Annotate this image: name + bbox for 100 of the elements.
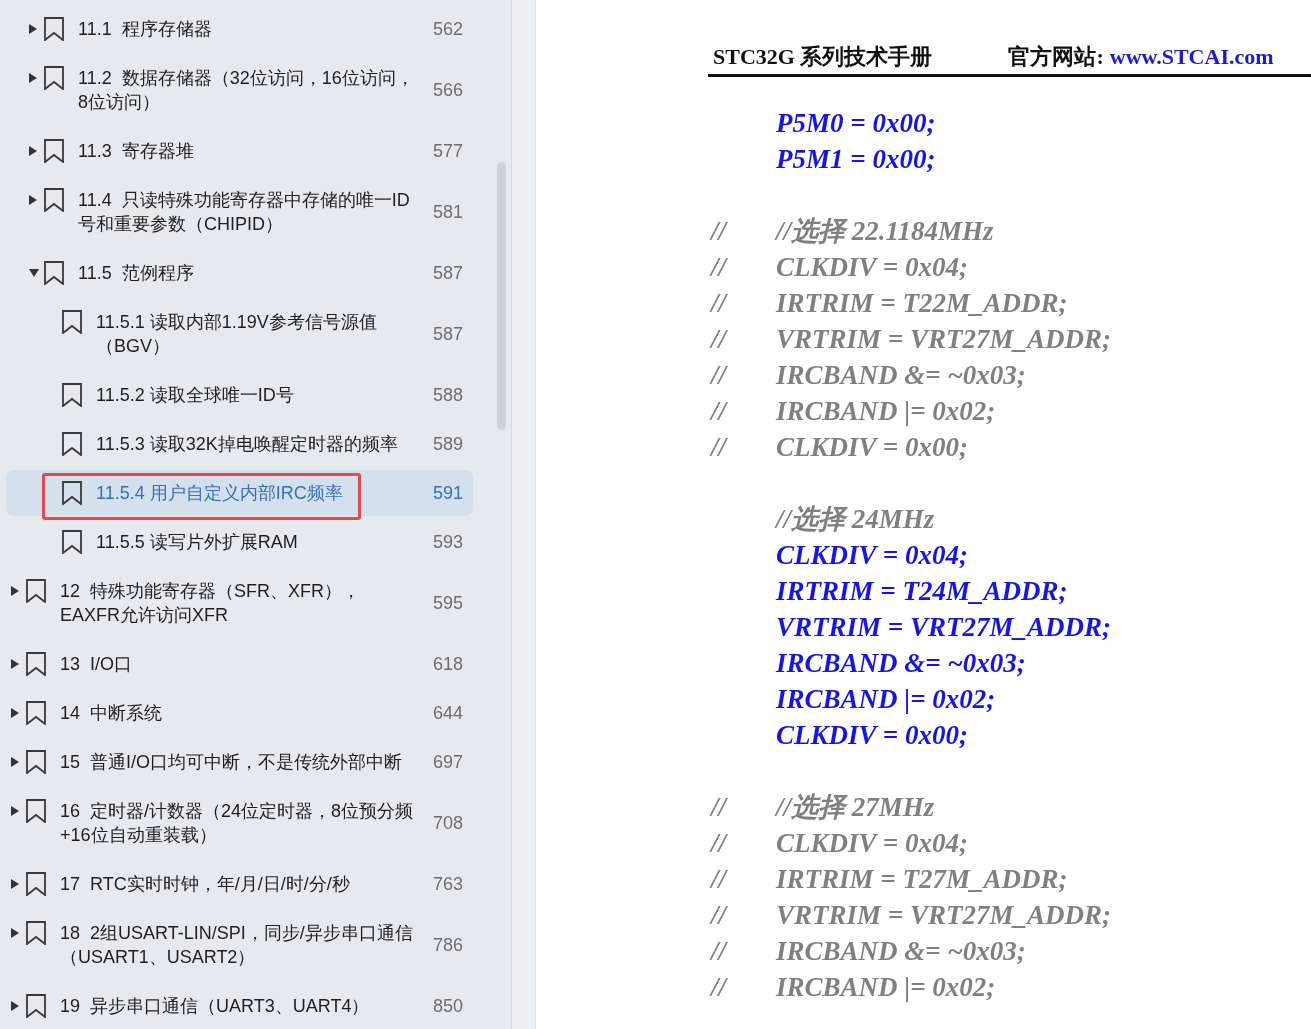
- bookmark-icon: [26, 920, 46, 945]
- outline-item-title: 11.1 程序存储器: [78, 17, 213, 41]
- code-statement: P5M0 = 0x00;: [776, 107, 936, 140]
- bookmark-icon: [26, 993, 46, 1018]
- outline-item[interactable]: 15 普通I/O口均可中断，不是传统外部中断 697: [6, 738, 473, 785]
- bookmark-icon: [26, 749, 46, 774]
- page-number: 587: [431, 261, 463, 285]
- outline-item[interactable]: 11.2 数据存储器（32位访问，16位访问，8位访问） 566: [6, 54, 473, 125]
- caret-right-icon[interactable]: [11, 585, 19, 596]
- code-statement: IRCBAND &= ~0x03;: [776, 647, 1026, 680]
- outline-item[interactable]: 11.4 只读特殊功能寄存器中存储的唯一ID号和重要参数（CHIPID） 581: [6, 176, 473, 247]
- comment-marker: //: [711, 863, 726, 896]
- page-number: 587: [431, 322, 463, 346]
- code-statement: IRTRIM = T24M_ADDR;: [776, 575, 1068, 608]
- bookmark-icon: [26, 798, 46, 823]
- caret-right-icon[interactable]: [11, 707, 19, 718]
- outline-item[interactable]: 18 2组USART-LIN/SPI，同步/异步串口通信（USART1、USART2） 786: [6, 909, 473, 980]
- caret-right-icon[interactable]: [11, 756, 19, 767]
- bookmark-icon: [26, 871, 46, 896]
- bookmark-icon: [44, 16, 64, 41]
- page-number: 763: [431, 872, 463, 896]
- code-comment: CLKDIV = 0x00;: [776, 431, 968, 464]
- bookmark-icon: [26, 651, 46, 676]
- comment-marker: //: [711, 323, 726, 356]
- caret-right-icon[interactable]: [11, 1000, 19, 1011]
- comment-marker: //: [711, 251, 726, 284]
- outline-item[interactable]: 11.5.3 读取32K掉电唤醒定时器的频率 589: [6, 420, 473, 467]
- outline-item-title: 11.4 只读特殊功能寄存器中存储的唯一ID号和重要参数（CHIPID）: [78, 188, 411, 236]
- outline-item[interactable]: 19 异步串口通信（UART3、UART4） 850: [6, 982, 473, 1029]
- outline-item-title: 16 定时器/计数器（24位定时器，8位预分频+16位自动重装载）: [60, 799, 415, 847]
- bookmark-icon: [44, 65, 64, 90]
- code-comment: //选择 22.1184MHz: [776, 215, 994, 248]
- outline-item[interactable]: 11.1 程序存储器 562: [6, 5, 473, 52]
- outline-item[interactable]: 16 定时器/计数器（24位定时器，8位预分频+16位自动重装载） 708: [6, 787, 473, 858]
- code-statement: CLKDIV = 0x04;: [776, 539, 968, 572]
- outline-item-title: 11.5.1 读取内部1.19V参考信号源值（BGV）: [96, 310, 378, 358]
- bookmark-icon: [44, 138, 64, 163]
- outline-item-title: 17 RTC实时时钟，年/月/日/时/分/秒: [60, 872, 351, 896]
- page-number: 708: [431, 811, 463, 835]
- bookmark-icon: [44, 187, 64, 212]
- outline-item[interactable]: 11.5 范例程序 587: [6, 249, 473, 296]
- website-label: 官方网站:: [1008, 44, 1104, 70]
- caret-right-icon[interactable]: [11, 658, 19, 669]
- page-number: 644: [431, 701, 463, 725]
- code-statement: VRTRIM = VRT27M_ADDR;: [776, 611, 1111, 644]
- caret-down-icon[interactable]: [29, 268, 39, 277]
- outline-item[interactable]: 17 RTC实时时钟，年/月/日/时/分/秒 763: [6, 860, 473, 907]
- comment-marker: //: [711, 971, 726, 1004]
- bookmark-icon: [62, 529, 82, 554]
- outline-item-title: 11.5.3 读取32K掉电唤醒定时器的频率: [96, 432, 399, 456]
- bookmark-icon: [62, 382, 82, 407]
- outline-item[interactable]: 11.5.5 读写片外扩展RAM 593: [6, 518, 473, 565]
- outline-item[interactable]: 11.5.2 读取全球唯一ID号 588: [6, 371, 473, 418]
- page-number: 595: [431, 591, 463, 615]
- comment-marker: //: [711, 287, 726, 320]
- outline-item-title: 12 特殊功能寄存器（SFR、XFR），EAXFR允许访问XFR: [60, 579, 362, 627]
- page-number: 581: [431, 200, 463, 224]
- caret-right-icon[interactable]: [11, 878, 19, 889]
- caret-right-icon[interactable]: [29, 72, 37, 83]
- comment-marker: //: [711, 827, 726, 860]
- bookmark-icon: [62, 309, 82, 334]
- bookmark-icon: [62, 431, 82, 456]
- code-comment: IRTRIM = T27M_ADDR;: [776, 863, 1068, 896]
- page-number: 591: [431, 481, 463, 505]
- caret-right-icon[interactable]: [29, 145, 37, 156]
- code-comment: IRCBAND |= 0x02;: [776, 971, 996, 1004]
- code-comment: IRCBAND &= ~0x03;: [776, 359, 1026, 392]
- page-number: 589: [431, 432, 463, 456]
- outline-item[interactable]: 11.5.1 读取内部1.19V参考信号源值（BGV） 587: [6, 298, 473, 369]
- outline-item-title: 11.5.2 读取全球唯一ID号: [96, 383, 295, 407]
- code-comment: //选择 24MHz: [776, 503, 935, 536]
- bookmark-icon: [26, 578, 46, 603]
- outline-item-title: 15 普通I/O口均可中断，不是传统外部中断: [60, 750, 404, 774]
- comment-marker: //: [711, 431, 726, 464]
- outline-item[interactable]: 12 特殊功能寄存器（SFR、XFR），EAXFR允许访问XFR 595: [6, 567, 473, 638]
- page-number: 697: [431, 750, 463, 774]
- code-statement: IRCBAND |= 0x02;: [776, 683, 996, 716]
- code-comment: IRCBAND &= ~0x03;: [776, 935, 1026, 968]
- caret-right-icon[interactable]: [29, 194, 37, 205]
- outline-item-title: 11.5 范例程序: [78, 261, 195, 285]
- code-comment: //选择 27MHz: [776, 791, 935, 824]
- comment-marker: //: [711, 359, 726, 392]
- page-number: 850: [431, 994, 463, 1018]
- comment-marker: //: [711, 935, 726, 968]
- code-comment: CLKDIV = 0x04;: [776, 251, 968, 284]
- outline-item-title: 13 I/O口: [60, 652, 134, 676]
- outline-item[interactable]: 13 I/O口 618: [6, 640, 473, 687]
- caret-right-icon[interactable]: [11, 927, 19, 938]
- page-number: 786: [431, 933, 463, 957]
- page-number: 566: [431, 78, 463, 102]
- page-number: 593: [431, 530, 463, 554]
- page-number: 562: [431, 17, 463, 41]
- code-statement: P5M1 = 0x00;: [776, 143, 936, 176]
- code-statement: CLKDIV = 0x00;: [776, 719, 968, 752]
- outline-item-title: 11.5.4 用户自定义内部IRC频率: [96, 481, 344, 505]
- caret-right-icon[interactable]: [29, 23, 37, 34]
- outline-item[interactable]: 11.3 寄存器堆 577: [6, 127, 473, 174]
- bookmark-icon: [62, 480, 82, 505]
- outline-item[interactable]: 14 中断系统 644: [6, 689, 473, 736]
- caret-right-icon[interactable]: [11, 805, 19, 816]
